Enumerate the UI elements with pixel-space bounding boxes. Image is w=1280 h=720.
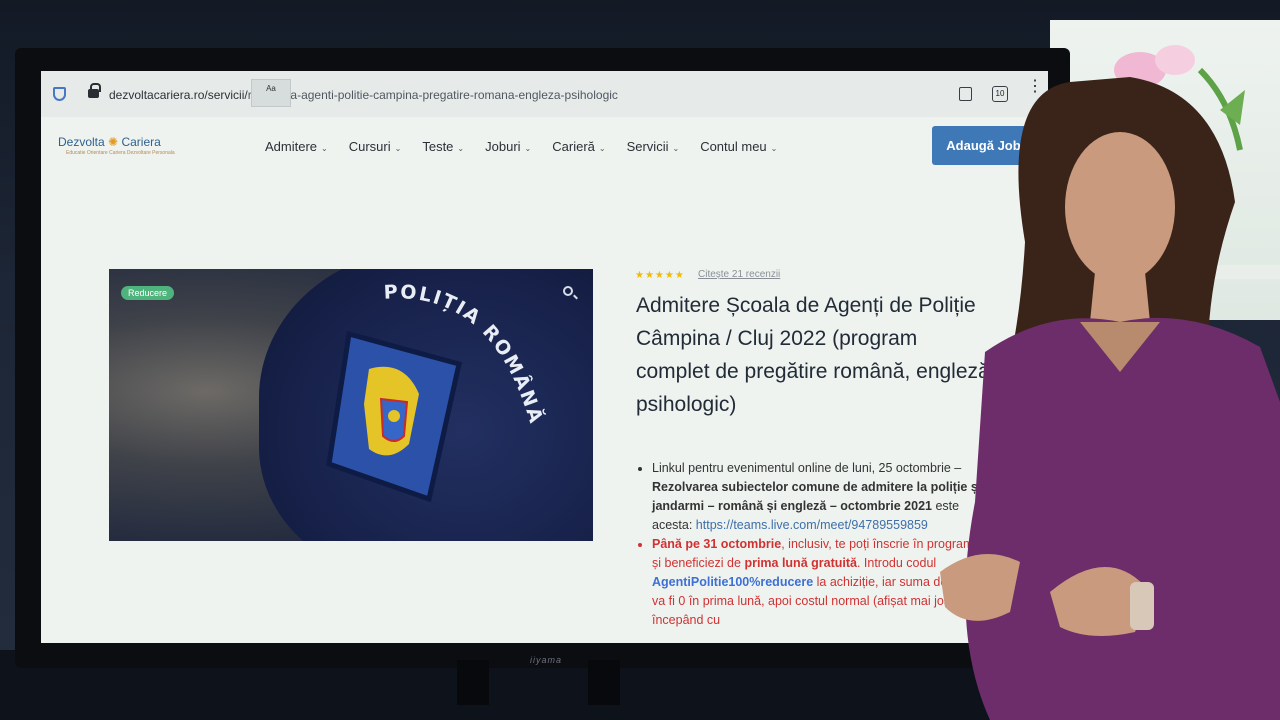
- presenter-person: [940, 77, 1280, 720]
- browser-address-bar[interactable]: dezvoltacariera.ro/servicii/re-scoala-ag…: [41, 71, 1048, 117]
- event-text: Linkul pentru evenimentul online de luni…: [652, 461, 962, 475]
- url-domain: dezvoltacariera.ro/servicii/: [109, 88, 248, 102]
- nav-item-servicii[interactable]: Servicii ⌄: [627, 139, 680, 154]
- nav-label: Servicii: [626, 139, 669, 154]
- chevron-down-icon: ⌄: [524, 144, 532, 153]
- chevron-down-icon: ⌄: [598, 144, 606, 153]
- logo-word-left: Dezvolta: [58, 135, 105, 149]
- chevron-down-icon: ⌄: [457, 144, 465, 153]
- monitor-brand-label: iiyama: [530, 655, 563, 665]
- translate-tooltip: Aa: [251, 79, 291, 107]
- rating-stars: ★★★★★: [635, 270, 685, 281]
- url-text[interactable]: dezvoltacariera.ro/servicii/re-scoala-ag…: [109, 88, 618, 102]
- chevron-down-icon: ⌄: [672, 144, 680, 153]
- nav-item-teste[interactable]: Teste ⌄: [422, 139, 464, 154]
- nav-item-contul-meu[interactable]: Contul meu ⌄: [700, 139, 777, 154]
- product-image[interactable]: POLIȚIA ROMÂNĂ Reducere: [109, 269, 593, 541]
- tracking-protection-shield-icon[interactable]: [53, 87, 66, 101]
- nav-label: Teste: [422, 139, 454, 154]
- promo-text-2: . Introdu codul: [856, 556, 937, 570]
- nav-label: Joburi: [485, 139, 521, 154]
- nav-label: Cursuri: [348, 139, 391, 154]
- sunflower-icon: ✺: [108, 135, 119, 149]
- secure-lock-icon[interactable]: [88, 83, 101, 98]
- discount-badge: Reducere: [121, 286, 175, 300]
- monitor-stand-right: [588, 660, 620, 705]
- reviews-link[interactable]: Citește 21 recenzii: [698, 269, 780, 280]
- nav-label: Admitere: [265, 139, 318, 154]
- zoom-icon[interactable]: [563, 286, 573, 296]
- url-path: re-scoala-agenti-politie-campina-pregati…: [247, 88, 618, 102]
- logo-tagline: Educatie Orientare Cariera Dezvoltare Pe…: [66, 150, 175, 156]
- promo-code: AgentiPolitie100%reducere: [652, 575, 814, 589]
- nav-item-cariera[interactable]: Carieră ⌄: [552, 139, 605, 154]
- nav-label: Carieră: [552, 139, 595, 154]
- promo-deadline: Până pe 31 octombrie: [652, 537, 782, 551]
- chevron-down-icon: ⌄: [394, 144, 402, 153]
- chevron-down-icon: ⌄: [321, 144, 328, 153]
- nav-label: Contul meu: [700, 139, 767, 154]
- nav-item-cursuri[interactable]: Cursuri ⌄: [349, 139, 402, 154]
- monitor-stand-left: [457, 660, 489, 705]
- studio-scene: iiyama dezvoltacariera.ro/servicii/re-sc…: [0, 0, 1280, 720]
- nav-item-admitere[interactable]: Admitere ⌄: [265, 139, 328, 154]
- site-logo[interactable]: Dezvolta ✺ Cariera Educatie Orientare Ca…: [58, 135, 175, 156]
- browser-screen: dezvoltacariera.ro/servicii/re-scoala-ag…: [41, 71, 1048, 643]
- main-navigation: Admitere ⌄ Cursuri ⌄ Teste ⌄ Joburi ⌄ Carier…: [265, 139, 798, 154]
- site-header: Dezvolta ✺ Cariera Educatie Orientare Ca…: [41, 117, 1048, 177]
- nav-item-joburi[interactable]: Joburi ⌄: [485, 139, 531, 154]
- romanian-coat-of-arms-patch: [326, 330, 462, 503]
- logo-word-right: Cariera: [121, 135, 161, 149]
- promo-offer: prima lună gratuită: [744, 556, 857, 570]
- teams-meeting-link[interactable]: https://teams.live.com/meet/94789559859: [696, 518, 928, 532]
- chevron-down-icon: ⌄: [770, 144, 778, 153]
